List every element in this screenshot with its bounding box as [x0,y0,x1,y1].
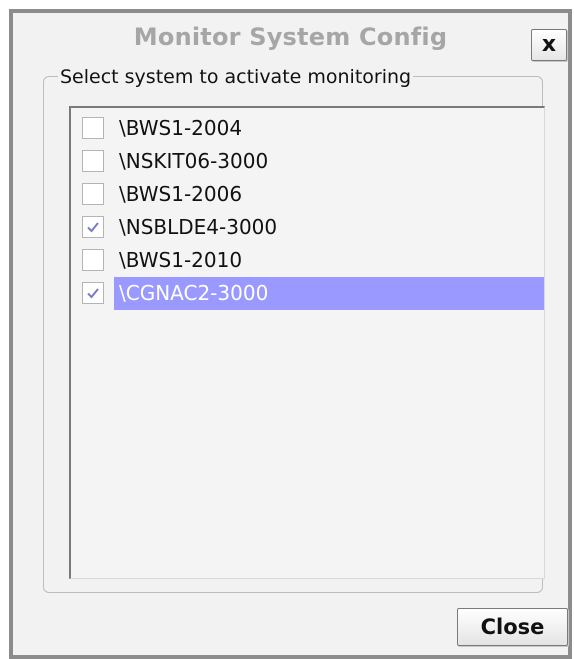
system-name[interactable]: \NSKIT06-3000 [114,145,273,178]
list-item[interactable]: \BWS1-2010 [71,244,544,277]
system-name[interactable]: \CGNAC2-3000 [114,277,544,310]
list-item[interactable]: \CGNAC2-3000 [71,277,544,310]
list-item[interactable]: \NSBLDE4-3000 [71,211,544,244]
system-name[interactable]: \BWS1-2010 [114,244,247,277]
system-name[interactable]: \NSBLDE4-3000 [114,211,282,244]
system-checkbox[interactable] [82,249,104,271]
dialog-title: Monitor System Config [133,23,448,51]
monitor-system-config-dialog: Monitor System Config x Select system to… [9,9,572,659]
close-x-button[interactable]: x [531,29,567,61]
system-name[interactable]: \BWS1-2006 [114,178,247,211]
system-selection-group: Select system to activate monitoring \BW… [43,66,545,593]
list-item[interactable]: \NSKIT06-3000 [71,145,544,178]
check-icon [87,288,99,299]
check-icon [87,222,99,233]
list-item[interactable]: \BWS1-2006 [71,178,544,211]
system-checkbox[interactable] [82,216,104,238]
system-checkbox[interactable] [82,117,104,139]
system-checkbox[interactable] [82,150,104,172]
system-listbox[interactable]: \BWS1-2004 \NSKIT06-3000 \BWS1-2006 \NSB… [69,106,545,579]
group-label: Select system to activate monitoring [58,66,414,88]
close-button[interactable]: Close [457,608,568,646]
system-name[interactable]: \BWS1-2004 [114,112,247,145]
system-checkbox[interactable] [82,183,104,205]
list-item[interactable]: \BWS1-2004 [71,112,544,145]
system-checkbox[interactable] [82,282,104,304]
